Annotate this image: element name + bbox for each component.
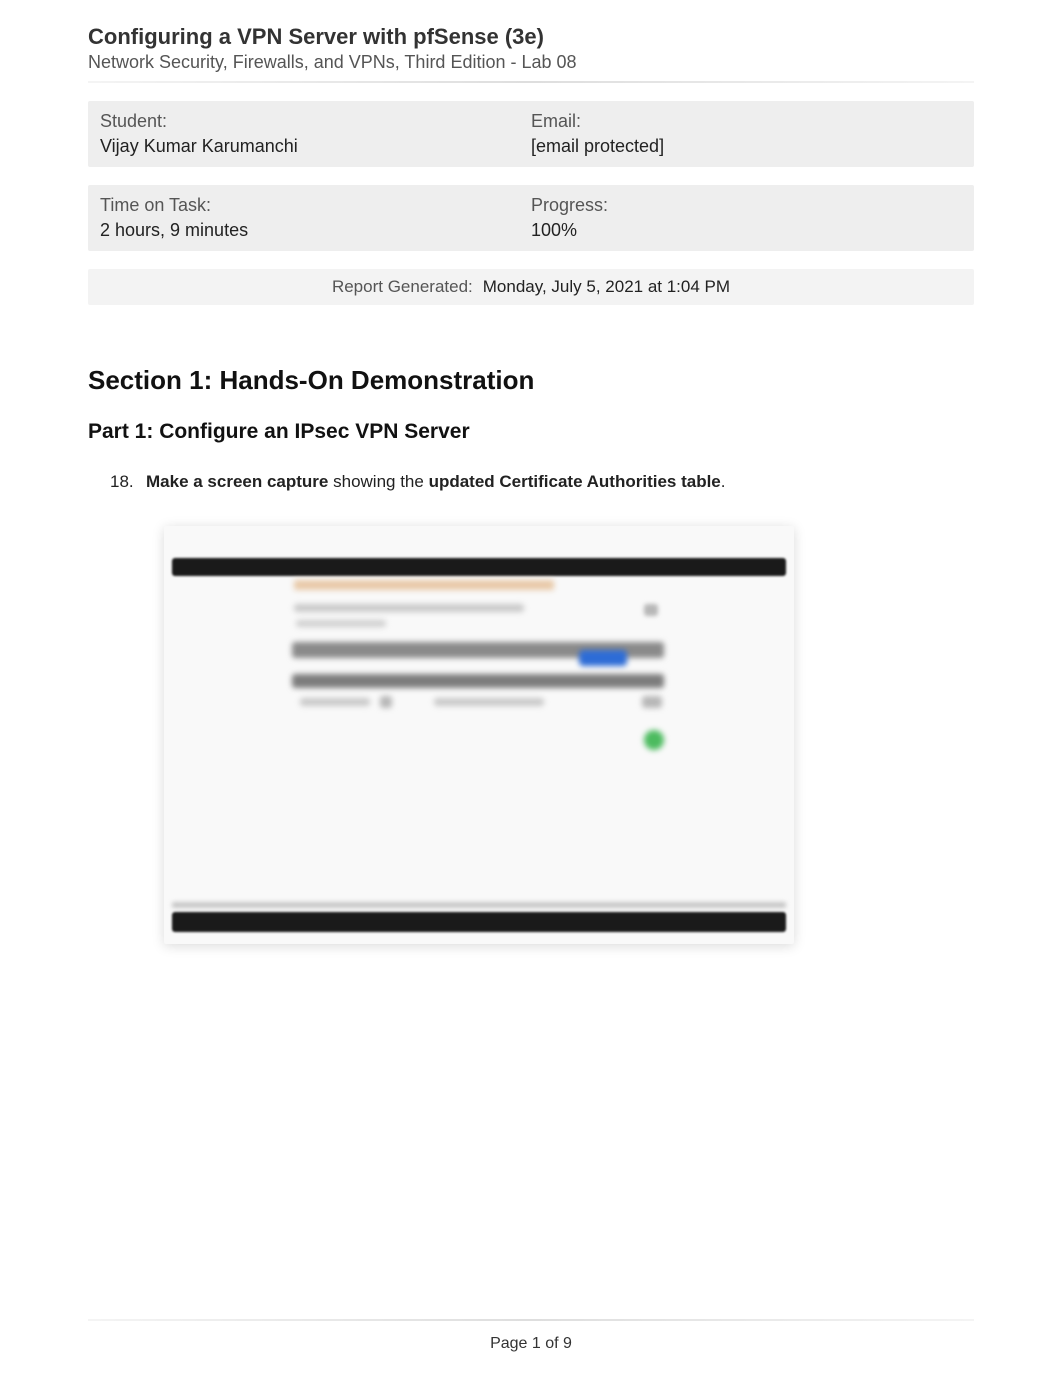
step-bold-2: updated Certificate Authorities table	[429, 472, 721, 491]
screenshot-add-icon	[644, 730, 664, 750]
screenshot-line	[296, 620, 386, 627]
progress-value: 100%	[531, 220, 962, 241]
screenshot-line	[642, 696, 662, 708]
progress-label: Progress:	[531, 195, 962, 216]
step-end: .	[721, 472, 726, 491]
screenshot-line	[172, 902, 786, 908]
screenshot-topbar	[172, 558, 786, 576]
screenshot-line	[380, 696, 392, 708]
step-row: 18. Make a screen capture showing the up…	[110, 472, 974, 492]
email-label: Email:	[531, 111, 962, 132]
screenshot-line	[644, 604, 658, 616]
section-title: Section 1: Hands-On Demonstration	[88, 365, 974, 396]
student-email-block: Student: Vijay Kumar Karumanchi Email: […	[88, 101, 974, 167]
part-title: Part 1: Configure an IPsec VPN Server	[88, 420, 974, 444]
screenshot-preview	[164, 526, 794, 944]
report-label: Report Generated:	[332, 277, 473, 297]
time-progress-block: Time on Task: 2 hours, 9 minutes Progres…	[88, 185, 974, 251]
page-number: Page 1 of 9	[0, 1335, 1062, 1353]
page-subtitle: Network Security, Firewalls, and VPNs, T…	[88, 52, 974, 73]
report-value: Monday, July 5, 2021 at 1:04 PM	[483, 277, 730, 297]
step-instruction: Make a screen capture showing the update…	[146, 472, 726, 492]
screenshot-blue-badge	[579, 650, 627, 666]
screenshot-band	[292, 674, 664, 688]
email-value: [email protected]	[531, 136, 962, 157]
student-value: Vijay Kumar Karumanchi	[100, 136, 531, 157]
screenshot-ribbon	[294, 580, 554, 590]
step-number: 18.	[110, 472, 146, 492]
screenshot-line	[294, 604, 524, 612]
student-label: Student:	[100, 111, 531, 132]
screenshot-line	[434, 698, 544, 706]
header-divider	[88, 81, 974, 83]
screenshot-line	[300, 698, 370, 706]
step-mid: showing the	[328, 472, 428, 491]
time-label: Time on Task:	[100, 195, 531, 216]
time-value: 2 hours, 9 minutes	[100, 220, 531, 241]
report-generated-row: Report Generated: Monday, July 5, 2021 a…	[88, 269, 974, 305]
step-bold-1: Make a screen capture	[146, 472, 328, 491]
page-title: Configuring a VPN Server with pfSense (3…	[88, 24, 974, 50]
footer-divider	[88, 1319, 974, 1321]
screenshot-bottombar	[172, 912, 786, 932]
